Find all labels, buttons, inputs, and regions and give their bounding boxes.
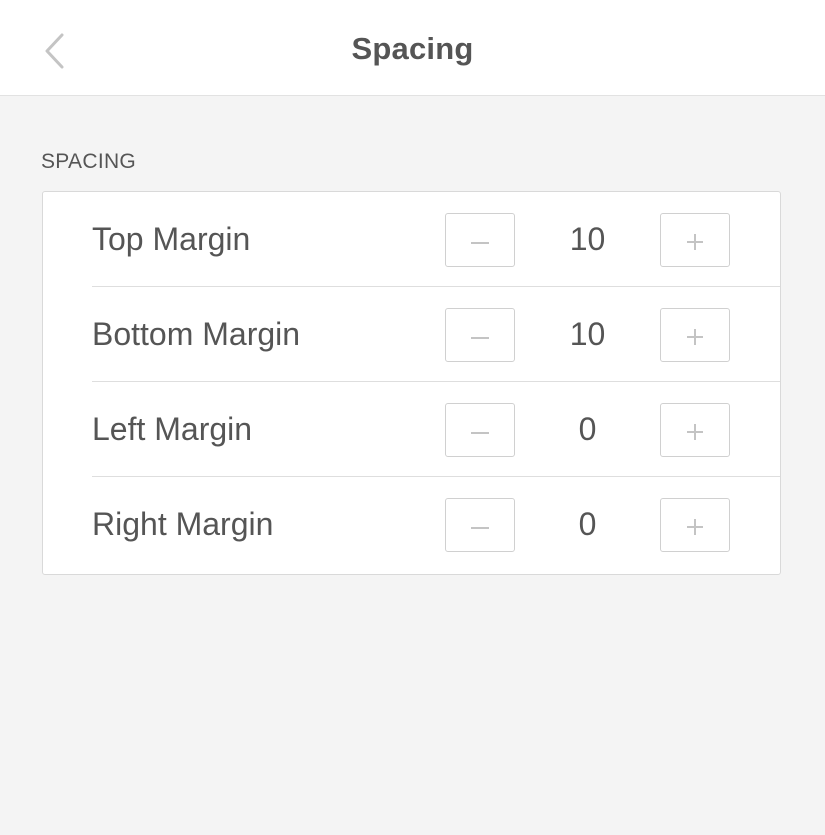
bottom-margin-decrement-button[interactable] — [445, 308, 515, 362]
top-margin-increment-button[interactable] — [660, 213, 730, 267]
plus-icon — [687, 329, 703, 345]
right-margin-row: Right Margin 0 — [43, 477, 780, 572]
minus-icon — [471, 337, 489, 339]
right-margin-increment-button[interactable] — [660, 498, 730, 552]
bottom-margin-increment-button[interactable] — [660, 308, 730, 362]
right-margin-label: Right Margin — [92, 506, 274, 542]
plus-icon — [687, 234, 703, 250]
page-title: Spacing — [351, 31, 474, 66]
left-margin-value: 0 — [578, 411, 597, 447]
bottom-margin-row: Bottom Margin 10 — [43, 287, 780, 382]
bottom-margin-value: 10 — [569, 316, 606, 352]
spacing-card: Top Margin 10 Bottom Margin 10 Left Marg… — [42, 191, 781, 575]
bottom-margin-label: Bottom Margin — [92, 316, 301, 352]
minus-icon — [471, 242, 489, 244]
left-margin-label: Left Margin — [92, 411, 253, 447]
section-label: SPACING — [41, 150, 137, 173]
left-margin-row: Left Margin 0 — [43, 382, 780, 477]
header-bar: Spacing — [0, 0, 825, 96]
top-margin-row: Top Margin 10 — [43, 192, 780, 287]
minus-icon — [471, 527, 489, 529]
plus-icon — [687, 424, 703, 440]
top-margin-label: Top Margin — [92, 221, 251, 257]
left-margin-decrement-button[interactable] — [445, 403, 515, 457]
top-margin-decrement-button[interactable] — [445, 213, 515, 267]
right-margin-decrement-button[interactable] — [445, 498, 515, 552]
right-margin-value: 0 — [578, 506, 597, 542]
minus-icon — [471, 432, 489, 434]
top-margin-value: 10 — [569, 221, 606, 257]
plus-icon — [687, 519, 703, 535]
left-margin-increment-button[interactable] — [660, 403, 730, 457]
